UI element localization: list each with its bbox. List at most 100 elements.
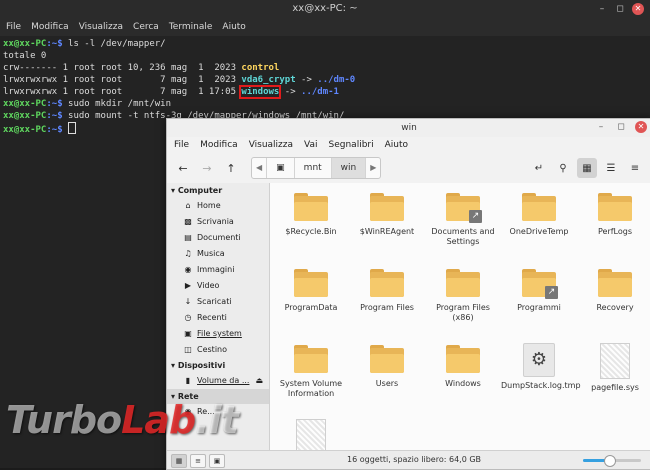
file-item[interactable]: ↗ Programmi	[501, 263, 577, 313]
sidebar-section-computer[interactable]: ▾ Computer	[167, 183, 269, 198]
maximize-icon[interactable]: ◻	[615, 121, 627, 133]
sidebar-item-scrivania[interactable]: ▩ Scrivania	[167, 214, 269, 230]
prompt-path: :~$	[46, 111, 63, 121]
close-icon[interactable]: ✕	[632, 3, 644, 15]
file-manager-window[interactable]: win – ◻ ✕ File Modifica Visualizza Vai S…	[166, 118, 650, 470]
file-item[interactable]: Program Files	[349, 263, 425, 313]
device-name: vda6_crypt	[241, 75, 296, 85]
file-name: ProgramData	[284, 303, 338, 312]
breadcrumb-win[interactable]: win	[331, 158, 367, 178]
term-menu-visualizza[interactable]: Visualizza	[79, 18, 123, 36]
file-name: $WinREAgent	[359, 227, 415, 236]
fm-menu-segnalibri[interactable]: Segnalibri	[329, 137, 374, 153]
minimize-icon[interactable]: –	[596, 3, 608, 15]
file-name: System Volume Information	[279, 379, 343, 398]
term-menu-cerca[interactable]: Cerca	[133, 18, 159, 36]
file-item[interactable]: Program Files (x86)	[425, 263, 501, 323]
sidebar-item-home[interactable]: ⌂ Home	[167, 198, 269, 214]
fm-titlebar[interactable]: win – ◻ ✕	[167, 119, 650, 137]
list-view-icon[interactable]: ☰	[601, 158, 621, 178]
breadcrumb-drive-icon[interactable]: ▣	[267, 158, 295, 178]
sidebar-item-immagini[interactable]: ◉ Immagini	[167, 262, 269, 278]
file-item[interactable]: Recovery	[577, 263, 650, 313]
file-item[interactable]	[273, 415, 349, 451]
fm-menu-aiuto[interactable]: Aiuto	[385, 137, 408, 153]
sidebar-item-scaricati[interactable]: ↓ Scaricati	[167, 294, 269, 310]
search-icon[interactable]: ⚲	[553, 158, 573, 178]
breadcrumb-mnt[interactable]: mnt	[295, 158, 332, 178]
file-name: PerfLogs	[597, 227, 633, 236]
file-item[interactable]: PerfLogs	[577, 187, 650, 237]
file-item[interactable]: System Volume Information	[273, 339, 349, 399]
fm-title: win	[401, 123, 417, 133]
sidebar-section-dispositivi[interactable]: ▾ Dispositivi	[167, 358, 269, 373]
folder-icon	[370, 345, 404, 373]
prompt-user: xx@xx-PC	[3, 125, 47, 135]
sidebar-item-cestino[interactable]: ◫ Cestino	[167, 342, 269, 358]
command-line: ls -l /dev/mapper/	[62, 39, 166, 49]
compact-view-icon[interactable]: ≡	[625, 158, 645, 178]
file-name: $Recycle.Bin	[285, 227, 337, 236]
location-toggle-icon[interactable]: ↵	[529, 158, 549, 178]
sidebar-item-volume[interactable]: ▮ Volume da ... ⏏	[167, 373, 269, 389]
fm-menu-modifica[interactable]: Modifica	[200, 137, 238, 153]
file-item[interactable]: $WinREAgent	[349, 187, 425, 237]
close-icon[interactable]: ✕	[635, 121, 647, 133]
file-item[interactable]: ↗ Documents and Settings	[425, 187, 501, 247]
minimize-icon[interactable]: –	[595, 121, 607, 133]
device-name: control	[241, 63, 280, 73]
file-grid[interactable]: $Recycle.Bin $WinREAgent ↗ Documents and Se…	[270, 183, 650, 451]
status-text: 16 oggetti, spazio libero: 64,0 GB	[347, 455, 482, 464]
fm-menu-vai[interactable]: Vai	[304, 137, 317, 153]
eject-icon[interactable]: ⏏	[255, 373, 263, 389]
link-target: ../dm-1	[301, 87, 339, 97]
breadcrumb-left-icon[interactable]: ◀	[252, 158, 268, 178]
file-item[interactable]: pagefile.sys	[577, 339, 650, 393]
sidebar-item-documenti[interactable]: ▤ Documenti	[167, 230, 269, 246]
back-arrow-icon[interactable]: ←	[173, 158, 193, 178]
sidebar-toggle-icon[interactable]: ▣	[209, 454, 225, 468]
term-menu-aiuto[interactable]: Aiuto	[222, 18, 245, 36]
prompt-user: xx@xx-PC	[3, 111, 47, 121]
terminal-menubar: File Modifica Visualizza Cerca Terminale…	[0, 18, 650, 36]
file-item[interactable]: ProgramData	[273, 263, 349, 313]
sidebar-item-video[interactable]: ▶ Video	[167, 278, 269, 294]
term-menu-terminale[interactable]: Terminale	[169, 18, 213, 36]
fm-menu-file[interactable]: File	[174, 137, 189, 153]
file-name: pagefile.sys	[591, 383, 639, 392]
file-item[interactable]: Users	[349, 339, 425, 389]
gear-file-icon: ⚙	[523, 343, 555, 377]
file-item[interactable]: OneDriveTemp	[501, 187, 577, 237]
tree-toggle-icon[interactable]: ≡	[190, 454, 206, 468]
terminal-cursor	[68, 122, 77, 134]
zoom-slider[interactable]	[583, 455, 641, 467]
link-arrow: ->	[279, 87, 302, 97]
term-menu-file[interactable]: File	[6, 18, 21, 36]
symlink-arrow-icon: ↗	[469, 210, 482, 223]
fm-menubar: File Modifica Visualizza Vai Segnalibri …	[167, 137, 650, 153]
terminal-titlebar[interactable]: xx@xx-PC: ~ – ◻ ✕	[0, 0, 650, 18]
breadcrumb-right-icon[interactable]: ▶	[366, 158, 380, 178]
fm-statusbar: ▦ ≡ ▣ 16 oggetti, spazio libero: 64,0 GB	[167, 450, 650, 469]
file-item[interactable]: Windows	[425, 339, 501, 389]
fm-menu-visualizza[interactable]: Visualizza	[249, 137, 293, 153]
term-menu-modifica[interactable]: Modifica	[31, 18, 69, 36]
folder-icon	[294, 345, 328, 373]
folder-icon	[294, 269, 328, 297]
fm-toolbar: ← → ↑ ◀ ▣ mnt win ▶ ↵ ⚲ ▦ ☰ ≡	[167, 153, 650, 183]
pictures-icon: ◉	[184, 265, 192, 274]
maximize-icon[interactable]: ◻	[614, 3, 626, 15]
icon-view-icon[interactable]: ▦	[577, 158, 597, 178]
places-toggle-icon[interactable]: ▦	[171, 454, 187, 468]
zoom-slider-handle[interactable]	[604, 455, 617, 467]
up-arrow-icon[interactable]: ↑	[221, 158, 241, 178]
forward-arrow-icon[interactable]: →	[197, 158, 217, 178]
documents-icon: ▤	[184, 233, 192, 242]
file-item[interactable]: ⚙ DumpStack.log.tmp	[501, 339, 581, 391]
file-name: Program Files	[360, 303, 414, 312]
sidebar-item-recenti[interactable]: ◷ Recenti	[167, 310, 269, 326]
sidebar-item-file-system[interactable]: ▣ File system	[167, 326, 269, 342]
folder-icon	[294, 193, 328, 221]
file-item[interactable]: $Recycle.Bin	[273, 187, 349, 237]
sidebar-item-musica[interactable]: ♫ Musica	[167, 246, 269, 262]
